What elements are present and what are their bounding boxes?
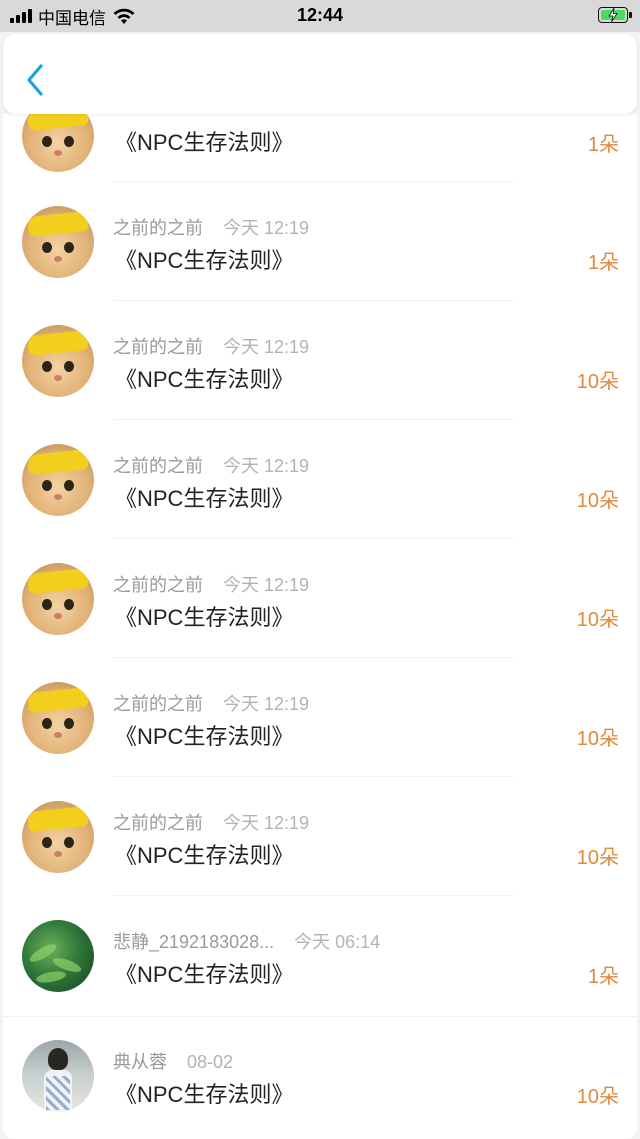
chevron-left-icon[interactable]: [23, 62, 47, 98]
list-item[interactable]: 之前的之前 今天 12:19 《NPC生存法则》 10朵: [3, 539, 637, 658]
flower-count: 10朵: [576, 728, 619, 750]
avatar: [22, 801, 94, 873]
user-name: 典从蓉: [113, 1052, 167, 1072]
flower-count: 1朵: [587, 134, 619, 156]
list-item[interactable]: 之前的之前 今天 12:19 《NPC生存法则》 1朵: [3, 182, 637, 301]
avatar: [22, 114, 94, 172]
book-title: 《NPC生存法则》: [115, 248, 294, 273]
list-item[interactable]: 《NPC生存法则》 1朵: [3, 114, 637, 182]
user-name: 之前的之前: [113, 456, 203, 476]
navigation-bar: [3, 34, 637, 114]
timestamp: 今天 12:19: [223, 694, 310, 714]
book-title: 《NPC生存法则》: [115, 130, 294, 155]
list-item[interactable]: 之前的之前 今天 12:19 《NPC生存法则》 10朵: [3, 658, 637, 777]
user-name: 之前的之前: [113, 694, 203, 714]
avatar: [22, 563, 94, 635]
flower-count: 10朵: [576, 847, 619, 869]
flower-count: 10朵: [576, 609, 619, 631]
book-title: 《NPC生存法则》: [115, 843, 294, 868]
list-item[interactable]: 悲静_2192183028... 今天 06:14 《NPC生存法则》 1朵: [3, 896, 637, 1017]
avatar: [22, 920, 94, 992]
user-name: 悲静_2192183028...: [113, 932, 275, 952]
user-name: 之前的之前: [113, 813, 203, 833]
status-bar: 中国电信 12:44: [0, 0, 640, 32]
list-item[interactable]: 典从蓉 08-02 《NPC生存法则》 10朵: [3, 1016, 637, 1135]
flower-count: 1朵: [587, 966, 619, 988]
book-title: 《NPC生存法则》: [115, 1082, 294, 1107]
timestamp: 今天 12:19: [223, 456, 310, 476]
book-title: 《NPC生存法则》: [115, 605, 294, 630]
avatar: [22, 444, 94, 516]
avatar: [22, 1040, 94, 1112]
avatar: [22, 206, 94, 278]
list-item[interactable]: 之前的之前 今天 12:19 《NPC生存法则》 10朵: [3, 301, 637, 420]
list-item[interactable]: 之前的之前 今天 12:19 《NPC生存法则》 10朵: [3, 777, 637, 896]
battery-charging-icon: [598, 7, 632, 23]
status-time: 12:44: [296, 5, 344, 25]
timestamp: 今天 12:19: [223, 218, 310, 238]
timestamp: 今天 12:19: [223, 337, 310, 357]
flower-count: 10朵: [576, 371, 619, 393]
avatar: [22, 682, 94, 754]
timestamp: 08-02: [187, 1052, 234, 1072]
user-name: 之前的之前: [113, 575, 203, 595]
book-title: 《NPC生存法则》: [115, 486, 294, 511]
flower-count: 10朵: [576, 1086, 619, 1108]
user-name: 之前的之前: [113, 218, 203, 238]
book-title: 《NPC生存法则》: [115, 367, 294, 392]
timestamp: 今天 12:19: [223, 575, 310, 595]
flower-count: 1朵: [587, 252, 619, 274]
timestamp: 今天 06:14: [294, 932, 381, 952]
flower-count: 10朵: [576, 490, 619, 512]
avatar: [22, 325, 94, 397]
list-item[interactable]: 之前的之前 今天 12:19 《NPC生存法则》 10朵: [3, 420, 637, 539]
timestamp: 今天 12:19: [223, 813, 310, 833]
book-title: 《NPC生存法则》: [115, 962, 294, 987]
gift-record-list: 《NPC生存法则》 1朵 之前的之前 今天 12:19 《NPC生存法则》 1朵 …: [3, 114, 637, 1139]
book-title: 《NPC生存法则》: [115, 724, 294, 749]
user-name: 之前的之前: [113, 337, 203, 357]
